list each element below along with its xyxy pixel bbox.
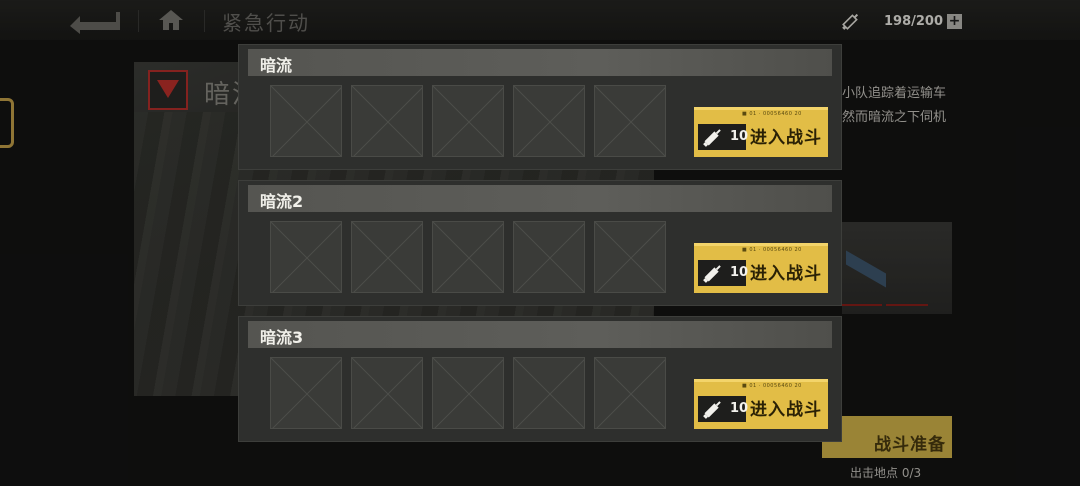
enter-battle-label: 进入战斗: [750, 128, 822, 148]
stamina-cost: 10: [730, 129, 749, 144]
stage-card: 暗流2 ■ 01 · 00056460 20 10 进入战斗: [238, 180, 842, 306]
stage-card: 暗流 ■ 01 · 00056460 20 10 进入战斗: [238, 44, 842, 170]
cross-placeholder-icon: [595, 222, 665, 292]
empty-slot[interactable]: [513, 85, 585, 157]
syringe-icon: [703, 401, 721, 419]
stage-card: 暗流3 ■ 01 · 00056460 20 10 进入战斗: [238, 316, 842, 442]
empty-slot[interactable]: [270, 221, 342, 293]
cross-placeholder-icon: [595, 358, 665, 428]
cross-placeholder-icon: [352, 222, 422, 292]
empty-slot[interactable]: [594, 357, 666, 429]
enter-battle-label: 进入战斗: [750, 400, 822, 420]
cross-placeholder-icon: [271, 222, 341, 292]
cross-placeholder-icon: [352, 358, 422, 428]
stage-header: 暗流2: [248, 185, 832, 212]
stage-title: 暗流2: [260, 192, 304, 211]
empty-slot[interactable]: [351, 221, 423, 293]
button-serial: ■ 01 · 00056460 20: [742, 383, 802, 389]
empty-slot[interactable]: [513, 221, 585, 293]
slot-row: [270, 357, 666, 429]
cross-placeholder-icon: [595, 86, 665, 156]
enter-battle-label: 进入战斗: [750, 264, 822, 284]
empty-slot[interactable]: [432, 357, 504, 429]
stage-title: 暗流3: [260, 328, 304, 347]
cross-placeholder-icon: [433, 358, 503, 428]
stamina-cost: 10: [730, 401, 749, 416]
cross-placeholder-icon: [271, 358, 341, 428]
cost-box: 10: [698, 260, 749, 286]
empty-slot[interactable]: [594, 85, 666, 157]
cost-box: 10: [698, 124, 749, 150]
stage-title: 暗流: [260, 56, 293, 75]
empty-slot[interactable]: [270, 357, 342, 429]
slot-row: [270, 85, 666, 157]
empty-slot[interactable]: [351, 357, 423, 429]
stage-header: 暗流: [248, 49, 832, 76]
enter-battle-button[interactable]: ■ 01 · 00056460 20 10 进入战斗: [694, 243, 828, 293]
cross-placeholder-icon: [514, 358, 584, 428]
cross-placeholder-icon: [514, 86, 584, 156]
cross-placeholder-icon: [433, 86, 503, 156]
empty-slot[interactable]: [270, 85, 342, 157]
enter-battle-button[interactable]: ■ 01 · 00056460 20 10 进入战斗: [694, 107, 828, 157]
stage-select-popup: 暗流 ■ 01 · 00056460 20 10 进入战斗 暗流2 ■ 01 ·…: [238, 44, 842, 442]
slot-row: [270, 221, 666, 293]
cross-placeholder-icon: [352, 86, 422, 156]
button-serial: ■ 01 · 00056460 20: [742, 111, 802, 117]
stamina-cost: 10: [730, 265, 749, 280]
empty-slot[interactable]: [594, 221, 666, 293]
empty-slot[interactable]: [432, 85, 504, 157]
button-serial: ■ 01 · 00056460 20: [742, 247, 802, 253]
cross-placeholder-icon: [433, 222, 503, 292]
empty-slot[interactable]: [432, 221, 504, 293]
syringe-icon: [703, 265, 721, 283]
stage-header: 暗流3: [248, 321, 832, 348]
cost-box: 10: [698, 396, 749, 422]
empty-slot[interactable]: [513, 357, 585, 429]
empty-slot[interactable]: [351, 85, 423, 157]
cross-placeholder-icon: [271, 86, 341, 156]
syringe-icon: [703, 129, 721, 147]
cross-placeholder-icon: [514, 222, 584, 292]
enter-battle-button[interactable]: ■ 01 · 00056460 20 10 进入战斗: [694, 379, 828, 429]
